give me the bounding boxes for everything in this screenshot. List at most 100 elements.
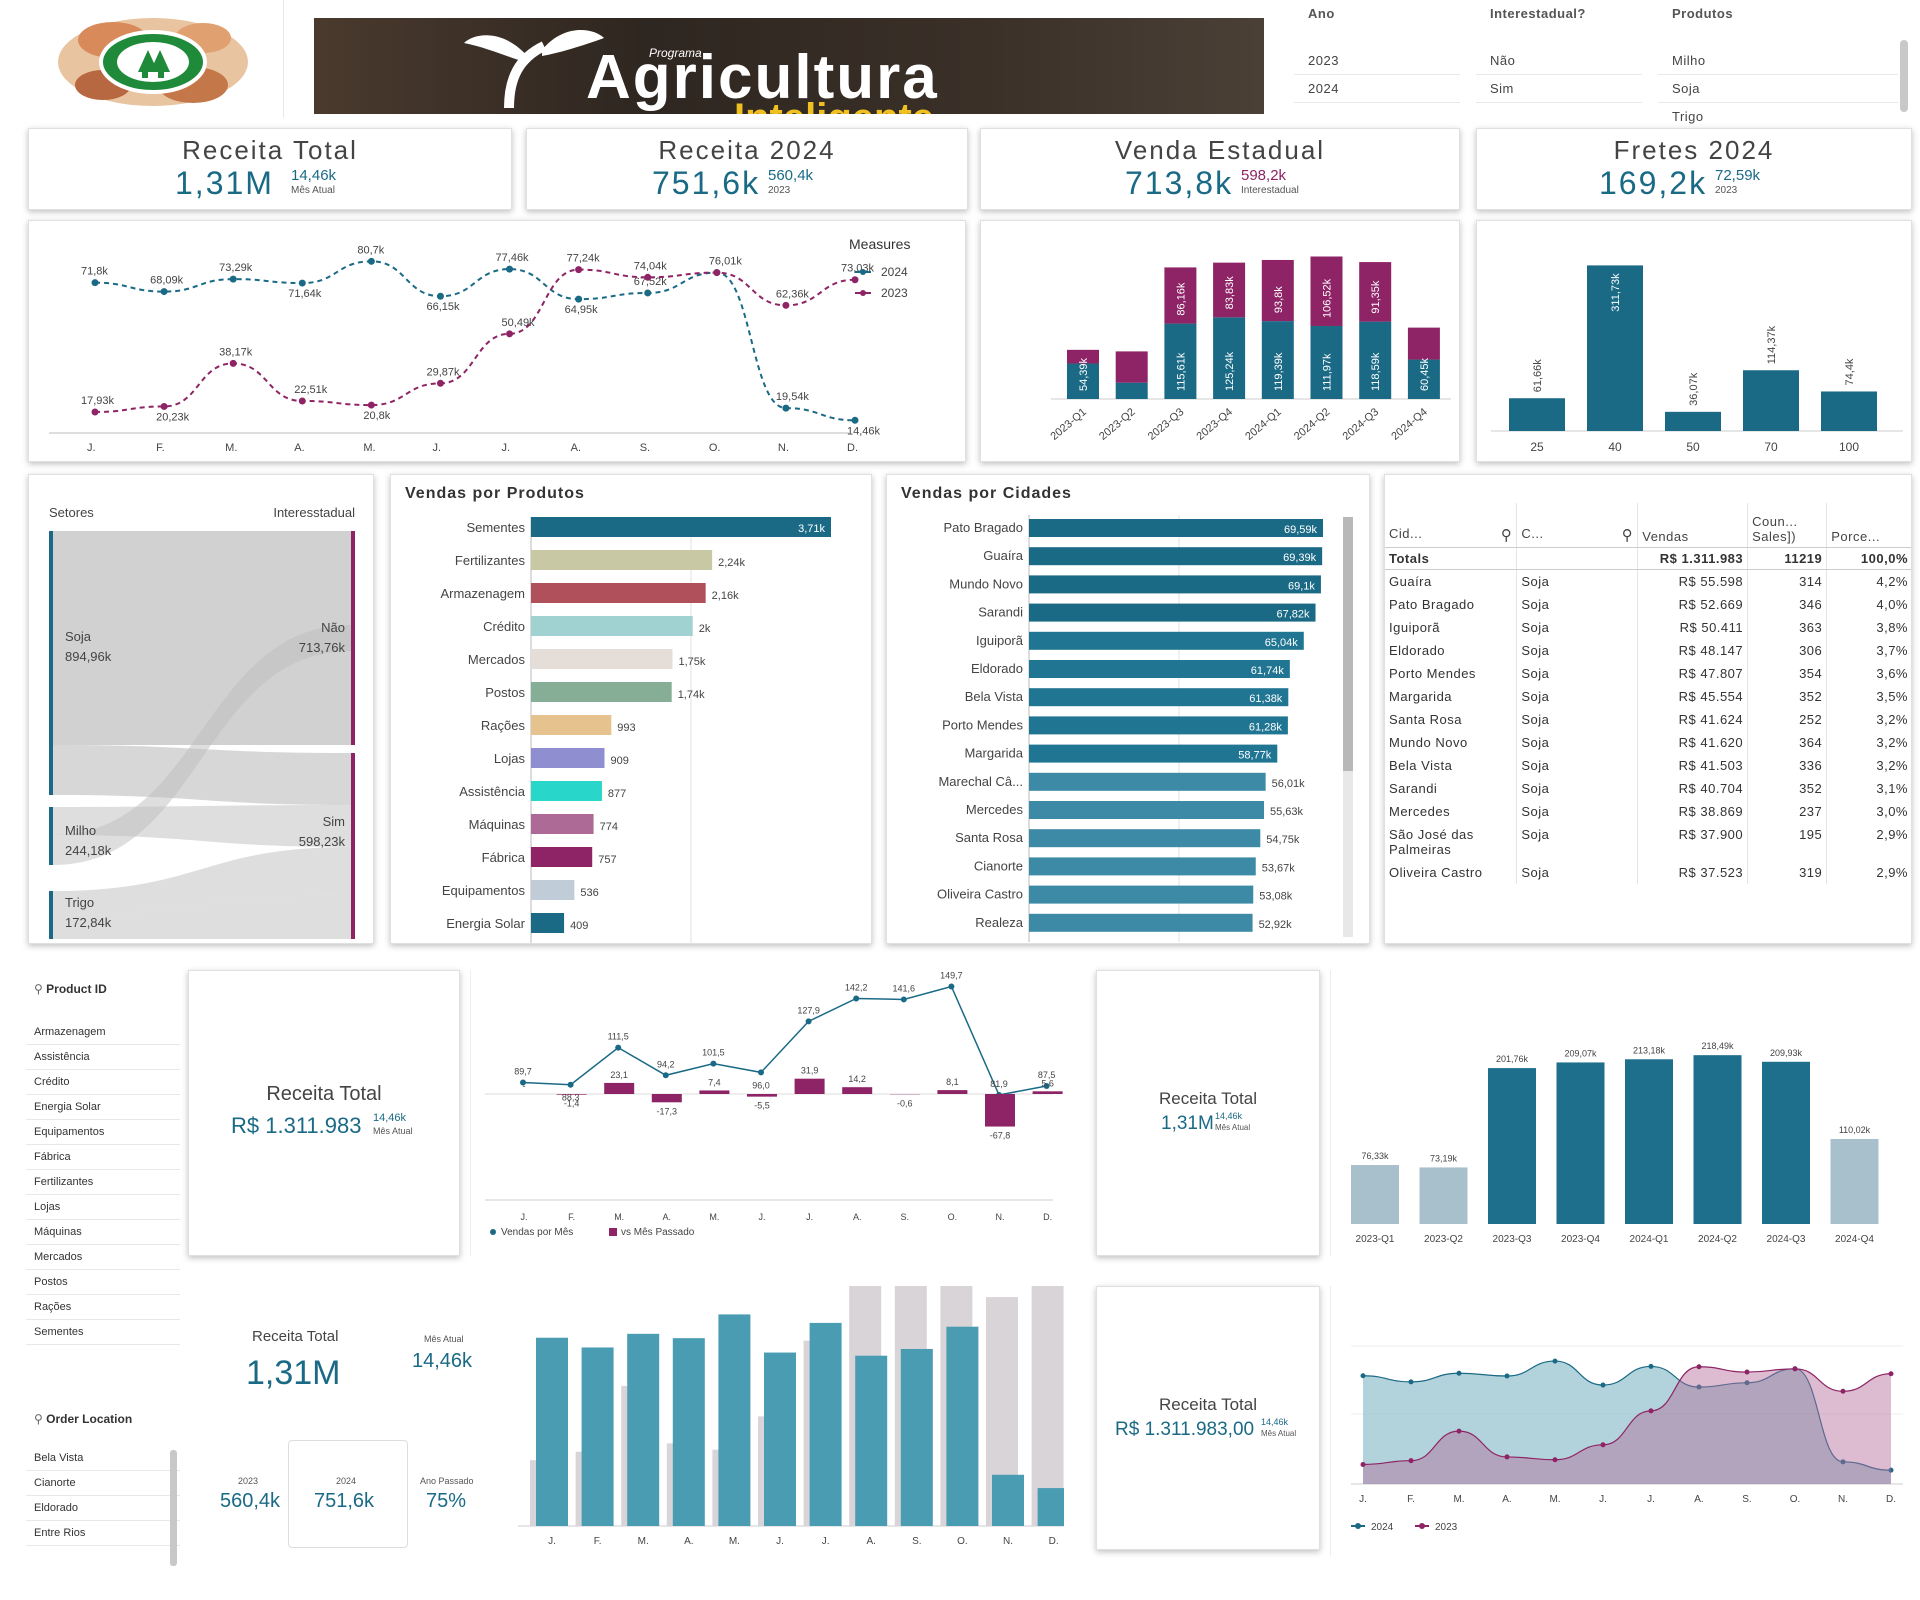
data-point <box>782 404 790 412</box>
table-cell: Margarida <box>1385 684 1518 708</box>
x-tick-label: S. <box>1742 1494 1751 1505</box>
x-tick-label: J. <box>806 1212 813 1222</box>
legend-label: 2023 <box>1435 1522 1458 1533</box>
product-id-header[interactable]: ⚲ Product ID <box>26 970 180 1008</box>
x-tick-label: 50 <box>1686 440 1700 454</box>
list-item-product[interactable]: Armazenagem <box>26 1020 180 1045</box>
filter-ano[interactable]: Ano 2023 2024 <box>1294 0 1460 120</box>
table-cell: R$ 37.523 <box>1637 860 1749 884</box>
table-header-cell[interactable]: Cid... ⚲ <box>1385 503 1518 548</box>
search-icon: ⚲ <box>34 1412 43 1426</box>
sankey-node-label: Trigo <box>65 895 94 910</box>
dashboard-root: { "filters": [ {"title":"Ano","options":… <box>0 0 1920 1600</box>
list-item-product[interactable]: Lojas <box>26 1195 180 1220</box>
table-header-cell[interactable]: Vendas <box>1637 503 1749 548</box>
data-label: 213,18k <box>1633 1045 1666 1055</box>
legend-label: Vendas por Mês <box>501 1227 573 1238</box>
data-label: 74,04k <box>634 260 668 272</box>
data-point <box>1360 1373 1366 1379</box>
list-item-location[interactable]: Cianorte <box>26 1471 180 1496</box>
order-location-header[interactable]: ⚲ Order Location <box>26 1400 180 1438</box>
x-tick-label: 70 <box>1764 440 1778 454</box>
table-row[interactable]: Pato Bragado Soja R$ 52.669 346 4,0% <box>1385 592 1911 616</box>
location-scrollbar[interactable] <box>170 1450 177 1566</box>
data-label: 757 <box>598 854 616 866</box>
search-icon[interactable]: ⚲ <box>1501 526 1513 544</box>
list-item-product[interactable]: Fertilizantes <box>26 1170 180 1195</box>
list-item-product[interactable]: Equipamentos <box>26 1120 180 1145</box>
filter-option[interactable]: Soja <box>1658 75 1898 103</box>
list-item-product[interactable]: Assistência <box>26 1045 180 1070</box>
list-item-product[interactable]: Mercados <box>26 1245 180 1270</box>
table-row[interactable]: Mundo Novo Soja R$ 41.620 364 3,2% <box>1385 730 1911 754</box>
kpi-sup: 560,4k <box>768 167 814 184</box>
table-cell: Guaíra <box>1385 569 1518 593</box>
filter-scrollbar[interactable] <box>1900 40 1908 112</box>
list-item-product[interactable]: Máquinas <box>26 1220 180 1245</box>
table-row[interactable]: Margarida Soja R$ 45.554 352 3,5% <box>1385 684 1911 708</box>
data-label: 2,24k <box>718 557 745 569</box>
cidades-scrollbar[interactable] <box>1343 517 1353 937</box>
table-row[interactable]: Porto Mendes Soja R$ 47.807 354 3,6% <box>1385 661 1911 685</box>
table-row[interactable]: Bela Vista Soja R$ 41.503 336 3,2% <box>1385 753 1911 777</box>
filter-option[interactable]: 2023 <box>1294 47 1460 75</box>
table-cell: R$ 40.704 <box>1637 776 1749 800</box>
list-item-product[interactable]: Postos <box>26 1270 180 1295</box>
data-label: 71,64k <box>288 288 322 300</box>
filter-interestadual[interactable]: Interestadual? Não Sim <box>1476 0 1642 120</box>
table-cell: Soja <box>1516 860 1639 884</box>
list-item-product[interactable]: Rações <box>26 1295 180 1320</box>
filter-option[interactable]: Sim <box>1476 75 1642 103</box>
data-point <box>758 1069 764 1076</box>
list-item-product[interactable]: Crédito <box>26 1070 180 1095</box>
data-label: 38,17k <box>219 346 253 358</box>
filter-produtos[interactable]: Produtos Milho Soja Trigo <box>1658 0 1898 131</box>
table-row[interactable]: Eldorado Soja R$ 48.147 306 3,7% <box>1385 638 1911 662</box>
table-header-cell[interactable]: Coun... Sales]) <box>1747 503 1828 548</box>
table-row[interactable]: Mercedes Soja R$ 38.869 237 3,0% <box>1385 799 1911 823</box>
fretes-panel: 61,66k 25 311,73k 40 36,07k 50 114,37k 70 74,4k 1… <box>1476 220 1912 462</box>
sankey-node-value: 713,76k <box>299 640 346 655</box>
list-item-location[interactable]: Bela Vista <box>26 1446 180 1471</box>
sankey-right-title: Interesstadual <box>273 505 355 520</box>
x-tick-label: S. <box>640 442 650 454</box>
table-header-cell[interactable]: Porce... <box>1826 503 1911 548</box>
list-item-location[interactable]: Eldorado <box>26 1496 180 1521</box>
filter-option[interactable]: 2024 <box>1294 75 1460 103</box>
filter-option[interactable]: Milho <box>1658 47 1898 75</box>
table-row[interactable]: São José das Palmeiras Soja R$ 37.900 195 2,… <box>1385 822 1911 861</box>
list-item-product[interactable]: Fábrica <box>26 1145 180 1170</box>
filter-option[interactable]: Trigo <box>1658 103 1898 131</box>
table-header-cell[interactable]: C... ⚲ <box>1516 503 1639 548</box>
list-item-product[interactable]: Sementes <box>26 1320 180 1345</box>
table-row[interactable]: Guaíra Soja R$ 55.598 314 4,2% <box>1385 569 1911 593</box>
x-tick-label: 2023-Q1 <box>1356 1234 1395 1245</box>
x-tick-label: 100 <box>1839 440 1859 454</box>
search-icon[interactable]: ⚲ <box>1622 526 1634 544</box>
data-label: 14,46k <box>847 425 881 437</box>
data-point <box>1552 1457 1558 1463</box>
table-row[interactable]: Iguiporã Soja R$ 50.411 363 3,8% <box>1385 615 1911 639</box>
filter-option[interactable]: Não <box>1476 47 1642 75</box>
table-row[interactable]: Oliveira Castro Soja R$ 37.523 319 2,9% <box>1385 860 1911 884</box>
quarterly-stacked-chart: 54,39k 2023-Q1 2023-Q2 115,61k 86,16k 2023-Q3… <box>1048 256 1451 443</box>
data-point <box>853 995 860 1002</box>
table-row[interactable]: Santa Rosa Soja R$ 41.624 252 3,2% <box>1385 707 1911 731</box>
data-point <box>567 1081 574 1088</box>
list-item-product[interactable]: Energia Solar <box>26 1095 180 1120</box>
data-point <box>229 275 237 283</box>
category-label: Armazenagem <box>440 586 525 601</box>
kpi-sup: 14,46k <box>291 167 337 184</box>
sankey-node-left <box>49 807 53 865</box>
kpi-card-4: Receita Total R$ 1.311.983,00 14,46k Mês… <box>1096 1286 1320 1550</box>
banner-image: Programa Agricultura Inteligente <box>314 18 1264 114</box>
table-row[interactable]: Sarandi Soja R$ 40.704 352 3,1% <box>1385 776 1911 800</box>
list-item-location[interactable]: Entre Rios <box>26 1521 180 1546</box>
data-point <box>575 266 583 274</box>
data-label: - <box>523 1081 526 1091</box>
kpi-value: 169,2k <box>1599 165 1708 201</box>
bar-2024 <box>855 1355 888 1526</box>
data-label: 71,8k <box>81 266 108 278</box>
x-tick-label: 40 <box>1608 440 1622 454</box>
kpi-card-title: Receita Total <box>1159 1089 1257 1108</box>
